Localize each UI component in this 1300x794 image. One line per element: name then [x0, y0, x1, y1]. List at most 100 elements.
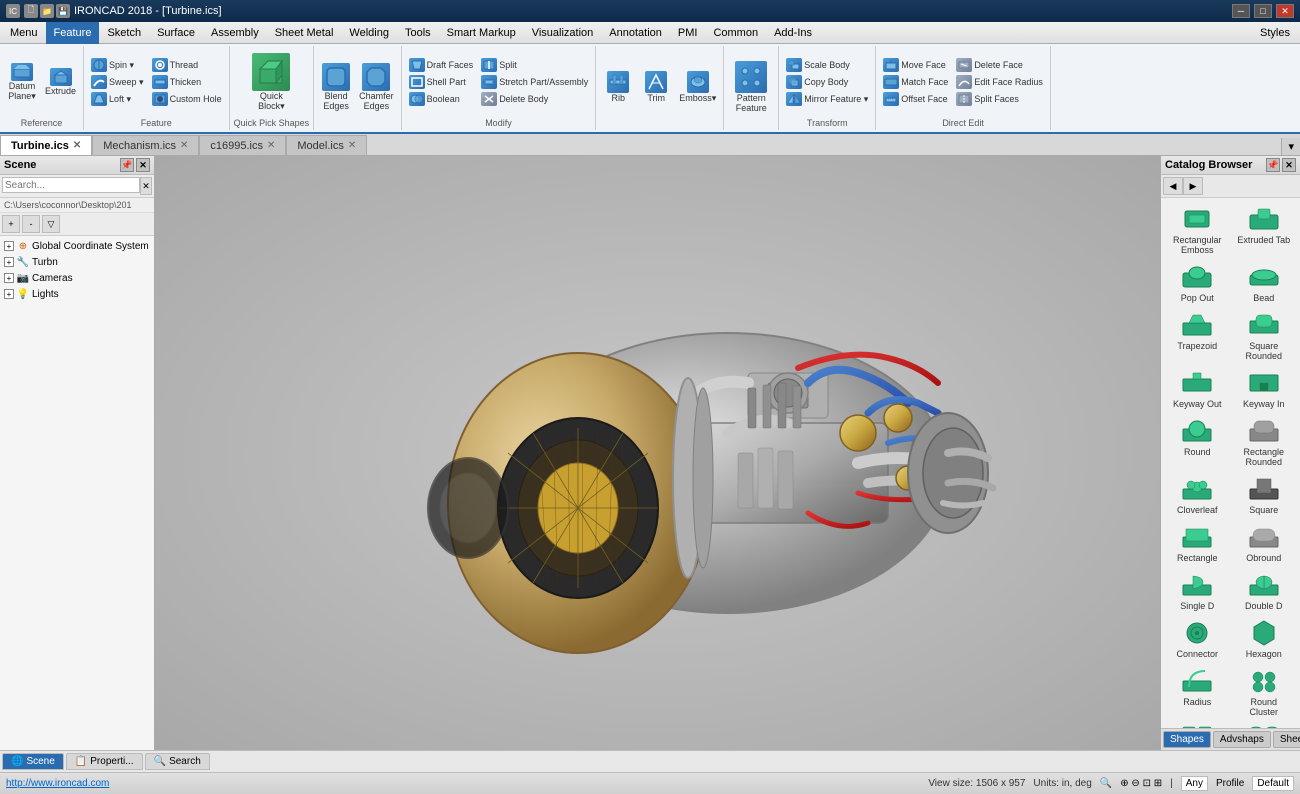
- catalog-item-square[interactable]: Square: [1232, 472, 1297, 518]
- thread-button[interactable]: Thread: [149, 57, 225, 73]
- menu-item-assembly[interactable]: Assembly: [203, 22, 267, 44]
- tree-item-turbn[interactable]: + 🔧 Turbn: [2, 254, 152, 270]
- menu-item-sketch[interactable]: Sketch: [99, 22, 149, 44]
- menu-item-styles[interactable]: Styles: [1252, 22, 1298, 44]
- delete-body-button[interactable]: Delete Body: [478, 91, 591, 107]
- copy-body-button[interactable]: Copy Body: [783, 74, 871, 90]
- menu-item-sheetmetal[interactable]: Sheet Metal: [267, 22, 342, 44]
- catalog-tab-shapes[interactable]: Shapes: [1163, 731, 1211, 748]
- menu-item-pmi[interactable]: PMI: [670, 22, 706, 44]
- catalog-item-extruded-tab[interactable]: Extruded Tab: [1232, 202, 1297, 258]
- panel-close-button[interactable]: ✕: [136, 158, 150, 172]
- delete-face-button[interactable]: Delete Face: [953, 57, 1046, 73]
- catalog-item-rectangle[interactable]: Rectangle: [1165, 520, 1230, 566]
- chamfer-edges-button[interactable]: ChamferEdges: [356, 61, 397, 113]
- scene-search-input[interactable]: [2, 177, 140, 193]
- bottom-tab-properties[interactable]: 📋 Properti...: [66, 753, 143, 770]
- catalog-item-round[interactable]: Round: [1165, 414, 1230, 470]
- catalog-pin-button[interactable]: 📌: [1266, 158, 1280, 172]
- doc-tabs-arrow[interactable]: ▾: [1281, 138, 1300, 155]
- split-faces-button[interactable]: Split Faces: [953, 91, 1046, 107]
- profile-dropdown[interactable]: Default: [1252, 776, 1294, 791]
- catalog-tab-sheetmtl[interactable]: SheetMtl: [1273, 731, 1300, 748]
- doc-tab-mechanism[interactable]: Mechanism.ics ✕: [92, 135, 199, 155]
- expand-global-coord[interactable]: +: [4, 241, 14, 251]
- expand-lights[interactable]: +: [4, 289, 14, 299]
- datum-plane-button[interactable]: DatumPlane▾: [4, 61, 40, 104]
- close-button[interactable]: ✕: [1276, 4, 1294, 18]
- mirror-feature-button[interactable]: Mirror Feature ▾: [783, 91, 871, 107]
- doc-tab-model[interactable]: Model.ics ✕: [286, 135, 367, 155]
- ironcad-link[interactable]: http://www.ironcad.com: [6, 778, 109, 789]
- open-icon[interactable]: 📁: [40, 4, 54, 18]
- doc-tab-turbine[interactable]: Turbine.ics ✕: [0, 135, 92, 155]
- pattern-feature-button[interactable]: PatternFeature: [732, 59, 770, 115]
- trim-button[interactable]: Trim: [638, 69, 674, 105]
- menu-item-addins[interactable]: Add-Ins: [766, 22, 820, 44]
- match-face-button[interactable]: Match Face: [880, 74, 951, 90]
- catalog-item-connector[interactable]: Connector: [1165, 616, 1230, 662]
- stretch-button[interactable]: Stretch Part/Assembly: [478, 74, 591, 90]
- blend-edges-button[interactable]: BlendEdges: [318, 61, 354, 113]
- catalog-forward-button[interactable]: ▶: [1183, 177, 1203, 195]
- tree-item-cameras[interactable]: + 📷 Cameras: [2, 270, 152, 286]
- doc-tab-turbine-close[interactable]: ✕: [73, 140, 81, 151]
- menu-item-annotation[interactable]: Annotation: [601, 22, 670, 44]
- catalog-item-rect-emboss[interactable]: RectangularEmboss: [1165, 202, 1230, 258]
- boolean-button[interactable]: Boolean: [406, 91, 477, 107]
- loft-button[interactable]: Loft ▾: [88, 91, 147, 107]
- catalog-item-pop-out[interactable]: Pop Out: [1165, 260, 1230, 306]
- menu-item-welding[interactable]: Welding: [341, 22, 397, 44]
- catalog-item-bead[interactable]: Bead: [1232, 260, 1297, 306]
- menu-item-menu[interactable]: Menu: [2, 22, 46, 44]
- spin-button[interactable]: Spin ▾: [88, 57, 147, 73]
- extrude-button[interactable]: Extrude: [42, 66, 79, 98]
- doc-tab-model-close[interactable]: ✕: [348, 140, 356, 151]
- catalog-item-radius[interactable]: Radius: [1165, 664, 1230, 720]
- new-icon[interactable]: 🗋: [24, 4, 38, 18]
- rib-button[interactable]: Rib: [600, 69, 636, 105]
- expand-cameras[interactable]: +: [4, 273, 14, 283]
- emboss-button[interactable]: Emboss▾: [676, 69, 719, 106]
- thicken-button[interactable]: Thicken: [149, 74, 225, 90]
- tree-item-global-coord[interactable]: + ⊕ Global Coordinate System: [2, 238, 152, 254]
- maximize-button[interactable]: □: [1254, 4, 1272, 18]
- tree-item-lights[interactable]: + 💡 Lights: [2, 286, 152, 302]
- menu-item-tools[interactable]: Tools: [397, 22, 439, 44]
- doc-tab-mechanism-close[interactable]: ✕: [180, 140, 188, 151]
- bottom-tab-search[interactable]: 🔍 Search: [145, 753, 210, 770]
- catalog-item-cloverleaf[interactable]: Cloverleaf: [1165, 472, 1230, 518]
- menu-item-feature[interactable]: Feature: [46, 22, 100, 44]
- scene-search-button[interactable]: ✕: [140, 177, 152, 195]
- menu-item-smartmarkup[interactable]: Smart Markup: [439, 22, 524, 44]
- catalog-item-square-rounded[interactable]: SquareRounded: [1232, 308, 1297, 364]
- tree-collapse-btn[interactable]: -: [22, 215, 40, 233]
- expand-turbn[interactable]: +: [4, 257, 14, 267]
- edit-face-radius-button[interactable]: Edit Face Radius: [953, 74, 1046, 90]
- catalog-item-double-d[interactable]: Double D: [1232, 568, 1297, 614]
- shell-part-button[interactable]: Shell Part: [406, 74, 477, 90]
- panel-pin-button[interactable]: 📌: [120, 158, 134, 172]
- move-face-button[interactable]: Move Face: [880, 57, 951, 73]
- catalog-item-single-d[interactable]: Single D: [1165, 568, 1230, 614]
- draft-faces-button[interactable]: Draft Faces: [406, 57, 477, 73]
- tree-expand-btn[interactable]: +: [2, 215, 20, 233]
- catalog-tab-advshaps[interactable]: Advshaps: [1213, 731, 1271, 748]
- catalog-item-obround[interactable]: Obround: [1232, 520, 1297, 566]
- tree-filter-btn[interactable]: ▽: [42, 215, 60, 233]
- catalog-item-trapezoid[interactable]: Trapezoid: [1165, 308, 1230, 364]
- minimize-button[interactable]: ─: [1232, 4, 1250, 18]
- offset-face-button[interactable]: Offset Face: [880, 91, 951, 107]
- scale-body-button[interactable]: Scale Body: [783, 57, 871, 73]
- menu-item-surface[interactable]: Surface: [149, 22, 203, 44]
- catalog-close-button[interactable]: ✕: [1282, 158, 1296, 172]
- catalog-item-keyway-out[interactable]: Keyway Out: [1165, 366, 1230, 412]
- catalog-back-button[interactable]: ◀: [1163, 177, 1183, 195]
- units-dropdown[interactable]: Any: [1181, 776, 1208, 791]
- catalog-item-hexagon[interactable]: Hexagon: [1232, 616, 1297, 662]
- menu-item-visualization[interactable]: Visualization: [524, 22, 602, 44]
- doc-tab-c16995-close[interactable]: ✕: [267, 140, 275, 151]
- sweep-button[interactable]: Sweep ▾: [88, 74, 147, 90]
- catalog-item-keyway-in[interactable]: Keyway In: [1232, 366, 1297, 412]
- doc-tab-c16995[interactable]: c16995.ics ✕: [199, 135, 286, 155]
